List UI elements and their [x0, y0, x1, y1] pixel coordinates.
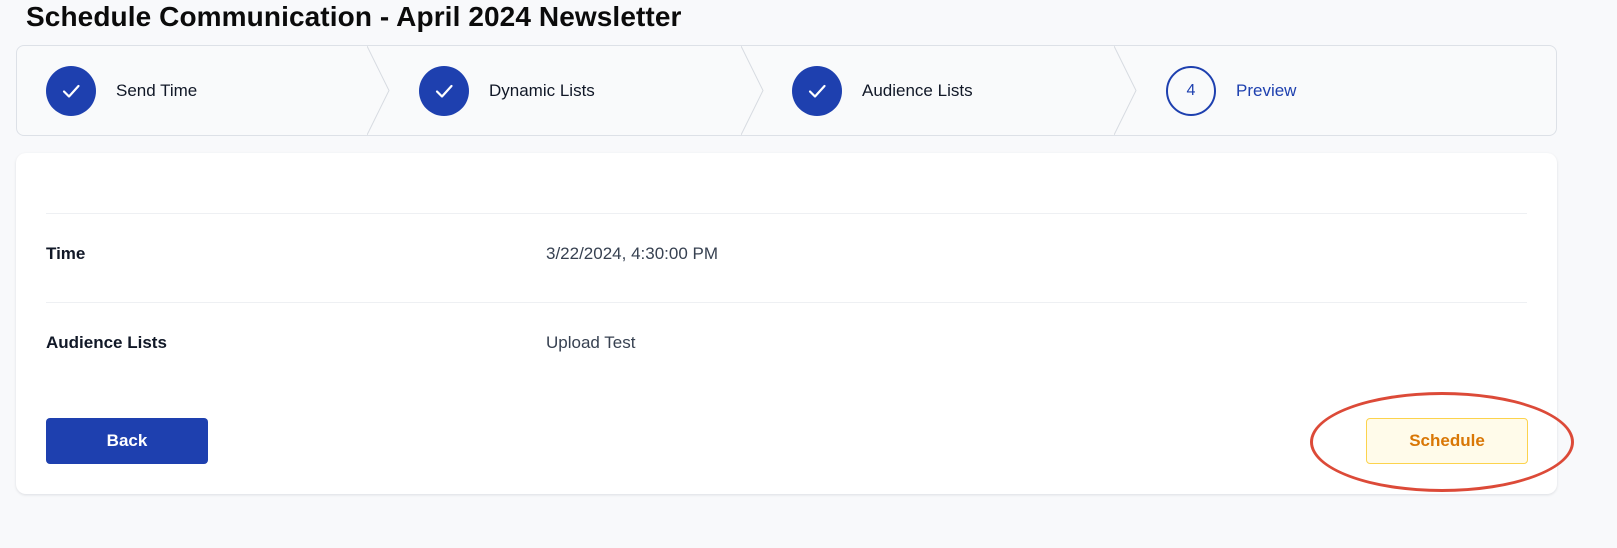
check-icon — [46, 65, 96, 116]
check-icon — [792, 65, 842, 116]
progress-stepper: Send Time Dynamic Lists Audience Lists 4… — [16, 45, 1557, 136]
divider — [46, 302, 1527, 303]
step-label: Audience Lists — [862, 80, 973, 100]
step-send-time[interactable]: Send Time — [46, 46, 197, 135]
page-title: Schedule Communication - April 2024 News… — [26, 1, 682, 32]
preview-card: Time 3/22/2024, 4:30:00 PM Audience List… — [16, 153, 1557, 494]
back-button[interactable]: Back — [46, 418, 208, 464]
audience-lists-label: Audience Lists — [46, 333, 167, 352]
step-separator — [367, 46, 390, 135]
step-separator — [1114, 46, 1137, 135]
time-label: Time — [46, 244, 86, 263]
time-value: 3/22/2024, 4:30:00 PM — [546, 244, 719, 263]
step-label: Preview — [1236, 80, 1297, 100]
step-separator — [741, 46, 764, 135]
step-preview[interactable]: 4 Preview — [1166, 46, 1296, 135]
step-label: Dynamic Lists — [489, 80, 595, 100]
step-number: 4 — [1166, 65, 1216, 116]
step-audience-lists[interactable]: Audience Lists — [792, 46, 973, 135]
check-icon — [419, 65, 469, 116]
step-label: Send Time — [116, 80, 198, 100]
step-dynamic-lists[interactable]: Dynamic Lists — [419, 46, 595, 135]
audience-lists-value: Upload Test — [546, 333, 636, 352]
divider — [46, 213, 1527, 214]
schedule-button[interactable]: Schedule — [1366, 418, 1528, 464]
